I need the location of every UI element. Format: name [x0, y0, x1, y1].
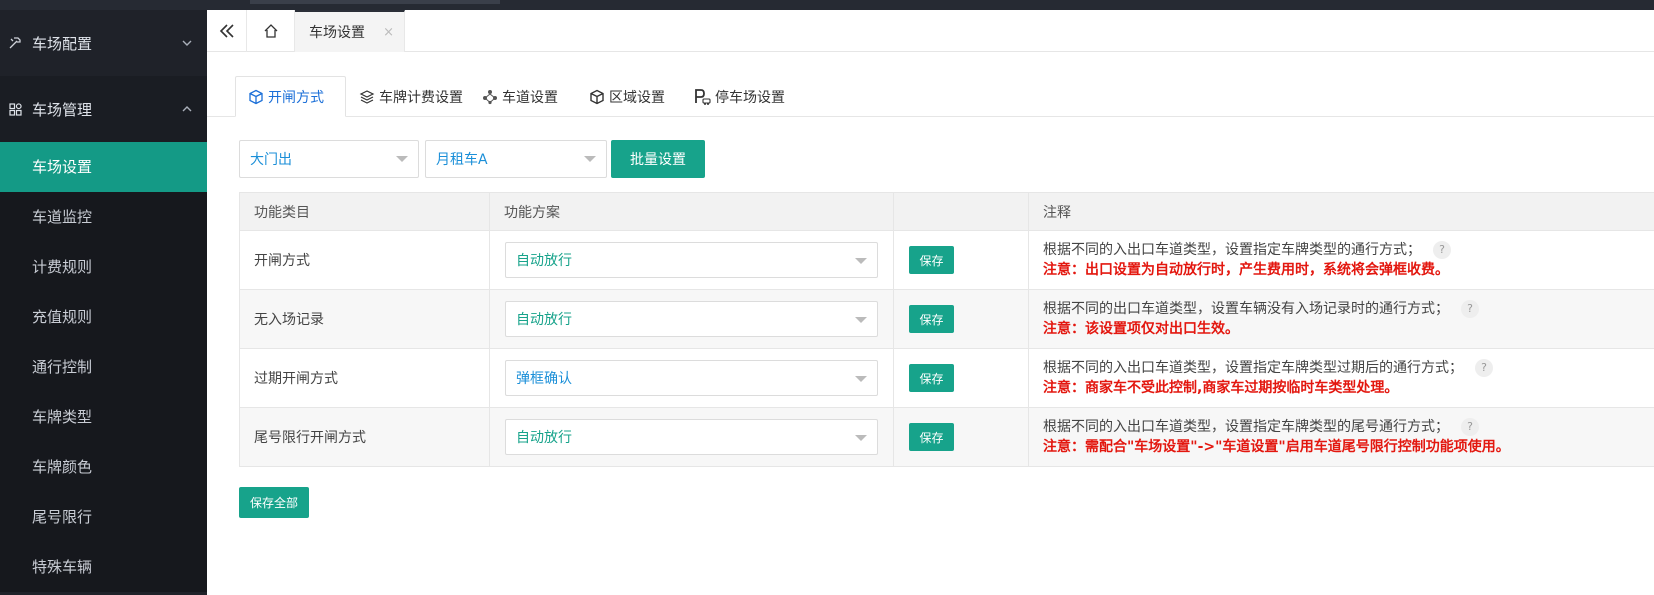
- sidebar-item-plate-types[interactable]: 车牌类型: [0, 392, 207, 442]
- table-header-row: 功能类目 功能方案 注释: [239, 192, 1654, 231]
- cube-icon: [249, 89, 263, 104]
- caret-down-icon: [855, 258, 867, 264]
- caret-down-icon: [855, 376, 867, 382]
- car-type-select[interactable]: 月租车A: [425, 140, 607, 178]
- tools-icon: [8, 36, 22, 50]
- row-warning: 注意：需配合"车场设置"->"车道设置"启用车道尾号限行控制功能项使用。: [1043, 439, 1510, 455]
- header-note: 注释: [1028, 192, 1654, 231]
- menu-group-parking-config[interactable]: 车场配置: [0, 10, 207, 76]
- row-category: 尾号限行开闸方式: [239, 407, 490, 467]
- layers-icon: [359, 89, 375, 104]
- save-button[interactable]: 保存: [909, 423, 954, 451]
- plan-select-value: 自动放行: [516, 253, 572, 269]
- gate-select-value: 大门出: [250, 152, 292, 168]
- plan-select-value: 自动放行: [516, 312, 572, 328]
- top-header-bar: [0, 0, 1654, 10]
- row-warning: 注意：商家车不受此控制,商家车过期按临时车类型处理。: [1043, 380, 1399, 396]
- table-row: 无入场记录 自动放行 保存 根据不同的出口车道类型，设置车辆没有入场记录时的通行…: [239, 289, 1654, 349]
- row-warning: 注意：该设置项仅对出口生效。: [1043, 321, 1239, 337]
- row-note: 根据不同的出口车道类型，设置车辆没有入场记录时的通行方式；: [1043, 301, 1449, 317]
- menu-group-parking-manage[interactable]: 车场管理: [0, 76, 207, 142]
- home-icon: [264, 24, 277, 38]
- grid-icon: [8, 102, 22, 116]
- row-category: 开闸方式: [239, 230, 490, 290]
- subtab-lane-settings[interactable]: 车道设置: [470, 76, 570, 117]
- menu-group-label: 车场管理: [32, 100, 93, 119]
- sidebar-item-parking-settings[interactable]: 车场设置: [0, 142, 207, 192]
- gate-select[interactable]: 大门出: [239, 140, 419, 178]
- row-note: 根据不同的入出口车道类型，设置指定车牌类型的尾号通行方式；: [1043, 419, 1449, 435]
- settings-subtabs: 开闸方式 车牌计费设置 车道设置 区域设置 停车场设置: [207, 66, 1654, 117]
- car-type-select-value: 月租车A: [436, 152, 488, 168]
- subtab-plate-billing[interactable]: 车牌计费设置: [347, 76, 475, 117]
- batch-settings-button[interactable]: 批量设置: [611, 140, 705, 178]
- sidebar-item-lane-monitor[interactable]: 车道监控: [0, 192, 207, 242]
- plan-select[interactable]: 弹框确认: [505, 360, 878, 396]
- table-row: 过期开闸方式 弹框确认 保存 根据不同的入出口车道类型，设置指定车牌类型过期后的…: [239, 348, 1654, 408]
- save-all-button[interactable]: 保存全部: [239, 487, 309, 518]
- header-plan: 功能方案: [489, 192, 894, 231]
- close-icon[interactable]: ×: [383, 25, 394, 40]
- help-icon[interactable]: ?: [1433, 241, 1451, 259]
- save-button[interactable]: 保存: [909, 305, 954, 333]
- settings-table: 功能类目 功能方案 注释 开闸方式 自动放行 保存 根据不同的入出口车道类型，设…: [239, 192, 1654, 467]
- chevron-up-icon: [182, 106, 192, 112]
- subtab-label: 车牌计费设置: [379, 89, 463, 106]
- subtab-parking-lot-settings[interactable]: 停车场设置: [681, 76, 797, 117]
- tab-bar: 车场设置 ×: [207, 10, 1654, 52]
- save-button[interactable]: 保存: [909, 246, 954, 274]
- plan-select-value: 自动放行: [516, 430, 572, 446]
- box-icon: [590, 89, 604, 104]
- sidebar-item-billing-rules[interactable]: 计费规则: [0, 242, 207, 292]
- save-button[interactable]: 保存: [909, 364, 954, 392]
- help-icon[interactable]: ?: [1461, 418, 1479, 436]
- chevron-down-icon: [182, 40, 192, 46]
- header-tab[interactable]: [250, 0, 500, 4]
- help-icon[interactable]: ?: [1461, 300, 1479, 318]
- tab-label: 车场设置: [309, 25, 365, 41]
- plan-select[interactable]: 自动放行: [505, 419, 878, 455]
- plan-select[interactable]: 自动放行: [505, 242, 878, 278]
- plan-select[interactable]: 自动放行: [505, 301, 878, 337]
- sidebar-item-plate-colors[interactable]: 车牌颜色: [0, 442, 207, 492]
- collapse-sidebar-button[interactable]: [207, 10, 247, 52]
- tab-parking-settings[interactable]: 车场设置 ×: [295, 10, 405, 52]
- header-category: 功能类目: [239, 192, 490, 231]
- sidebar-item-recharge-rules[interactable]: 充值规则: [0, 292, 207, 342]
- sidebar-item-special-vehicles[interactable]: 特殊车辆: [0, 542, 207, 592]
- sidebar-item-access-control[interactable]: 通行控制: [0, 342, 207, 392]
- row-warning: 注意：出口设置为自动放行时，产生费用时，系统将会弹框收费。: [1043, 262, 1449, 278]
- table-row: 尾号限行开闸方式 自动放行 保存 根据不同的入出口车道类型，设置指定车牌类型的尾…: [239, 407, 1654, 467]
- row-note: 根据不同的入出口车道类型，设置指定车牌类型过期后的通行方式；: [1043, 360, 1463, 376]
- caret-down-icon: [584, 156, 596, 162]
- caret-down-icon: [396, 156, 408, 162]
- header-action: [893, 192, 1029, 231]
- row-category: 过期开闸方式: [239, 348, 490, 408]
- caret-down-icon: [855, 435, 867, 441]
- subtab-label: 开闸方式: [268, 89, 324, 106]
- double-chevron-left-icon: [219, 24, 234, 38]
- table-row: 开闸方式 自动放行 保存 根据不同的入出口车道类型，设置指定车牌类型的通行方式；…: [239, 230, 1654, 290]
- row-note: 根据不同的入出口车道类型，设置指定车牌类型的通行方式；: [1043, 242, 1421, 258]
- sidebar-item-tail-restriction[interactable]: 尾号限行: [0, 492, 207, 542]
- subtab-gate-mode[interactable]: 开闸方式: [235, 76, 346, 117]
- parking-icon: [695, 88, 711, 105]
- nodes-icon: [483, 89, 497, 104]
- plan-select-value: 弹框确认: [516, 371, 572, 387]
- menu-group-label: 车场配置: [32, 34, 93, 53]
- main-content: 车场设置 × 开闸方式 车牌计费设置 车道设置 区域设置 停车场设置 大门出 月…: [207, 10, 1654, 595]
- help-icon[interactable]: ?: [1475, 359, 1493, 377]
- home-button[interactable]: [247, 10, 295, 52]
- submenu: 车场设置 车道监控 计费规则 充值规则 通行控制 车牌类型 车牌颜色 尾号限行 …: [0, 142, 207, 592]
- row-category: 无入场记录: [239, 289, 490, 349]
- subtab-label: 停车场设置: [715, 89, 785, 106]
- subtab-label: 车道设置: [502, 89, 558, 106]
- subtab-label: 区域设置: [609, 89, 665, 106]
- caret-down-icon: [855, 317, 867, 323]
- subtab-area-settings[interactable]: 区域设置: [577, 76, 677, 117]
- sidebar: 车场配置 车场管理 车场设置 车道监控 计费规则 充值规则 通行控制 车牌类型 …: [0, 10, 207, 595]
